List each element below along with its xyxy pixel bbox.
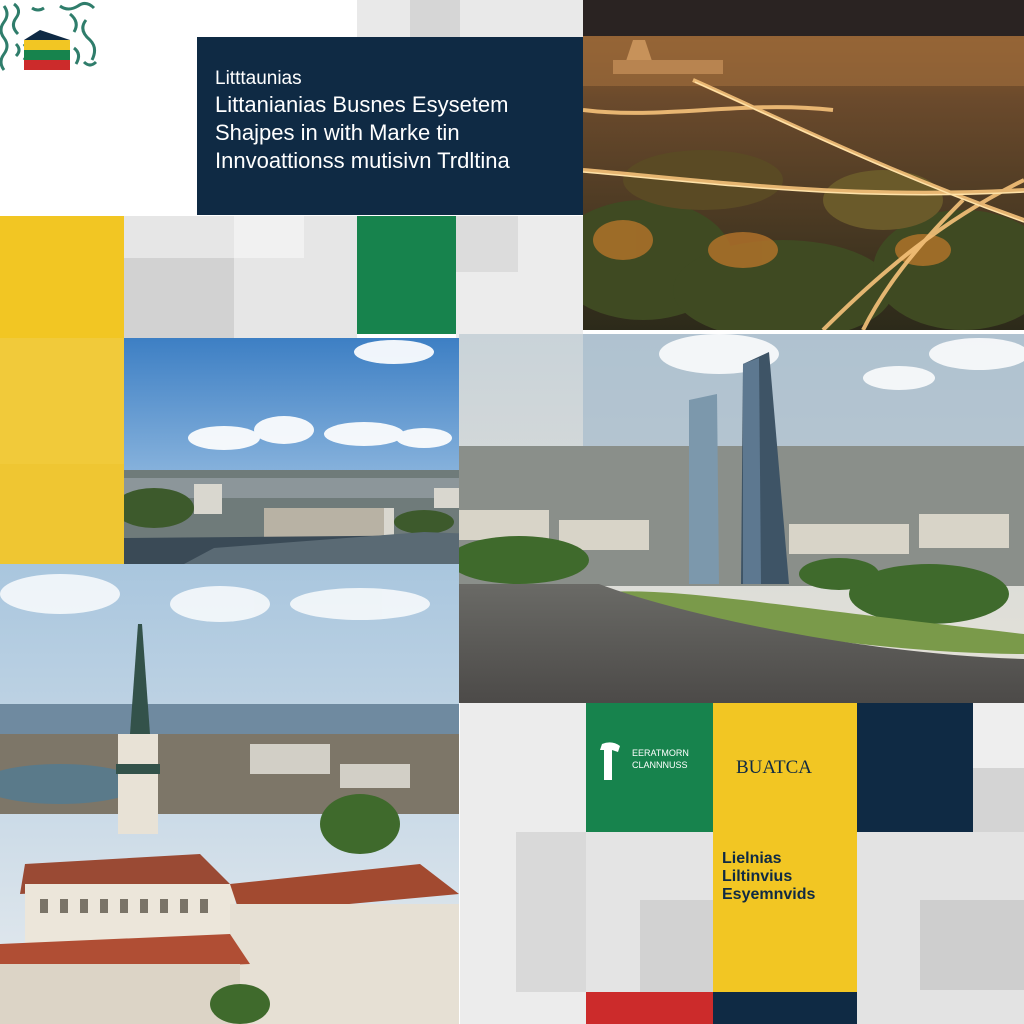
navy-block [857, 703, 973, 832]
title-panel: Litttaunias Littanianias Busnes Esysetem… [197, 37, 583, 215]
brand-line-2: CLANNNUSS [632, 760, 688, 770]
brand-line-1: EERATMORN [632, 748, 689, 758]
mosaic-gray-15 [973, 768, 1024, 832]
mosaic-gray-2 [410, 0, 460, 37]
yellow-block-2 [0, 338, 124, 464]
badge-text: BUATCA [736, 757, 813, 778]
mosaic-gray-5 [234, 216, 304, 258]
photo-aerial-highways [583, 0, 1024, 330]
mosaic-gray-1 [357, 0, 583, 37]
yellow-line-2: Liltinvius [722, 868, 793, 885]
column-emblem-icon [600, 742, 620, 780]
title-line-3: Shajpes in with Marke tin [215, 120, 460, 145]
folk-pattern-flag-logo-icon [0, 0, 98, 74]
title-line-4: Innvoattionss mutisivn Trdltina [215, 148, 510, 173]
mosaic-gray-7 [456, 216, 518, 272]
title-line-2: Littanianias Busnes Esysetem [215, 92, 509, 117]
green-block-top [357, 216, 456, 334]
photo-old-town [0, 564, 459, 1024]
yellow-block-1 [0, 216, 124, 338]
yellow-line-3: Esyemnvids [722, 886, 816, 903]
yellow-panel-text: Lielnias Liltinvius Esyemnvids [722, 850, 815, 904]
photo-towers-river [459, 334, 1024, 703]
brand-logo: EERATMORN CLANNNUSS [598, 740, 708, 786]
mosaic-gray-13 [920, 900, 1024, 990]
mosaic-gray-11 [640, 900, 713, 992]
mosaic-gray-4 [124, 258, 234, 338]
title-line-1: Litttaunias [215, 68, 302, 89]
yellow-line-1: Lielnias [722, 850, 782, 867]
navy-strip [713, 992, 857, 1024]
mosaic-gray-9 [516, 832, 586, 992]
logo-tile [0, 0, 98, 74]
yellow-block-3 [0, 464, 124, 564]
red-strip [586, 992, 713, 1024]
